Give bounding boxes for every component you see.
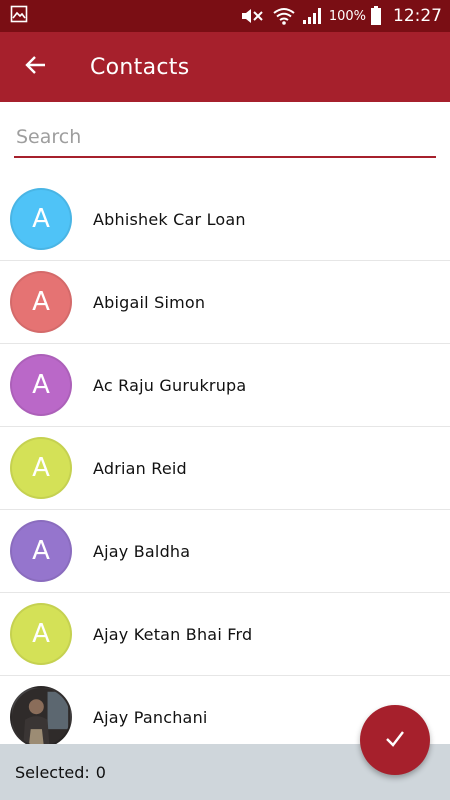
contact-name: Abhishek Car Loan <box>93 209 246 229</box>
selected-count: 0 <box>95 762 106 782</box>
mute-icon <box>240 7 266 25</box>
contact-list-item[interactable]: A Ajay Baldha <box>0 510 450 593</box>
avatar-photo <box>10 686 72 744</box>
avatar: A <box>10 271 72 333</box>
app-bar: Contacts <box>0 32 450 102</box>
arrow-left-icon <box>24 53 48 81</box>
battery-percent: 100% <box>328 8 366 24</box>
back-button[interactable] <box>0 32 72 102</box>
page-title: Contacts <box>90 54 190 80</box>
person-photo-icon <box>12 688 70 744</box>
contact-list-item[interactable]: A Adrian Reid <box>0 427 450 510</box>
avatar: A <box>10 603 72 665</box>
contact-name: Ac Raju Gurukrupa <box>93 375 247 395</box>
contact-name: Ajay Panchani <box>93 707 208 727</box>
wifi-icon <box>273 7 295 25</box>
confirm-fab-button[interactable] <box>360 705 430 775</box>
status-bar: 100% 12:27 <box>0 0 450 32</box>
check-icon <box>383 726 407 754</box>
contact-list-item[interactable]: A Abigail Simon <box>0 261 450 344</box>
contact-name: Ajay Ketan Bhai Frd <box>93 624 253 644</box>
contact-list-item[interactable]: A Ac Raju Gurukrupa <box>0 344 450 427</box>
selected-label: Selected: <box>15 762 90 782</box>
contact-name: Abigail Simon <box>93 292 206 312</box>
battery-icon <box>370 6 382 26</box>
contact-list[interactable]: A Abhishek Car Loan A Abigail Simon A Ac… <box>0 178 450 744</box>
avatar: A <box>10 520 72 582</box>
search-container <box>14 116 436 160</box>
avatar: A <box>10 354 72 416</box>
search-input[interactable] <box>14 116 436 158</box>
contact-name: Adrian Reid <box>93 458 187 478</box>
gallery-icon <box>10 5 28 27</box>
avatar: A <box>10 188 72 250</box>
signal-icon <box>302 7 322 25</box>
contact-list-item[interactable]: A Ajay Ketan Bhai Frd <box>0 593 450 676</box>
clock: 12:27 <box>393 6 442 26</box>
contact-name: Ajay Baldha <box>93 541 191 561</box>
avatar: A <box>10 437 72 499</box>
contact-list-item[interactable]: A Abhishek Car Loan <box>0 178 450 261</box>
